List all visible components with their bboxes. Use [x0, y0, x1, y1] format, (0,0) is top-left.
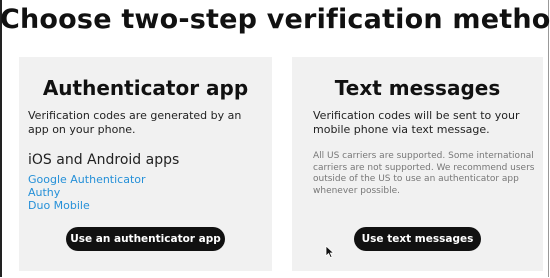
text-messages-card-title: Text messages [334, 76, 501, 100]
use-authenticator-app-button[interactable]: Use an authenticator app [66, 227, 225, 251]
google-authenticator-link[interactable]: Google Authenticator [28, 173, 146, 186]
authenticator-card-description: Verification codes are generated by an a… [28, 109, 242, 136]
duo-mobile-link[interactable]: Duo Mobile [28, 199, 146, 212]
mouse-pointer-icon [325, 244, 335, 263]
text-messages-card-description: Verification codes will be sent to your … [313, 109, 520, 136]
app-links-list: Google Authenticator Authy Duo Mobile [28, 173, 146, 212]
page-title: Choose two-step verification method [0, 4, 550, 35]
carrier-support-note: All US carriers are supported. Some inte… [313, 151, 535, 196]
authenticator-card-title: Authenticator app [42, 76, 249, 100]
use-text-messages-button[interactable]: Use text messages [354, 227, 481, 251]
text-messages-card: Text messages Verification codes will be… [292, 57, 543, 271]
apps-subheading: iOS and Android apps [28, 152, 180, 168]
authy-link[interactable]: Authy [28, 186, 146, 199]
authenticator-app-card: Authenticator app Verification codes are… [19, 57, 272, 271]
